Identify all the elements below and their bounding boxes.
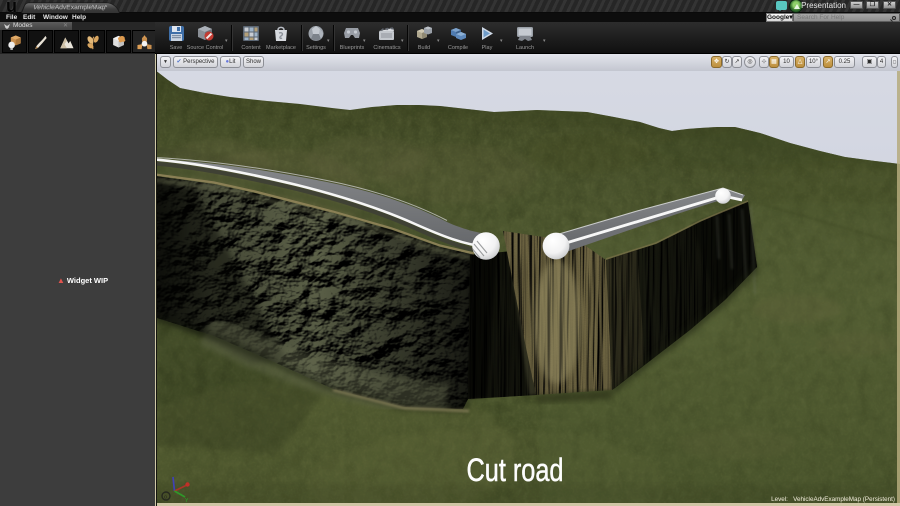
svg-text:o: o [164,495,167,501]
svg-text:Cut road: Cut road [467,452,564,488]
svg-text:Level: VehicleAdvExampleMap: Level: VehicleAdvExampleMap (Persistent) [771,496,895,503]
